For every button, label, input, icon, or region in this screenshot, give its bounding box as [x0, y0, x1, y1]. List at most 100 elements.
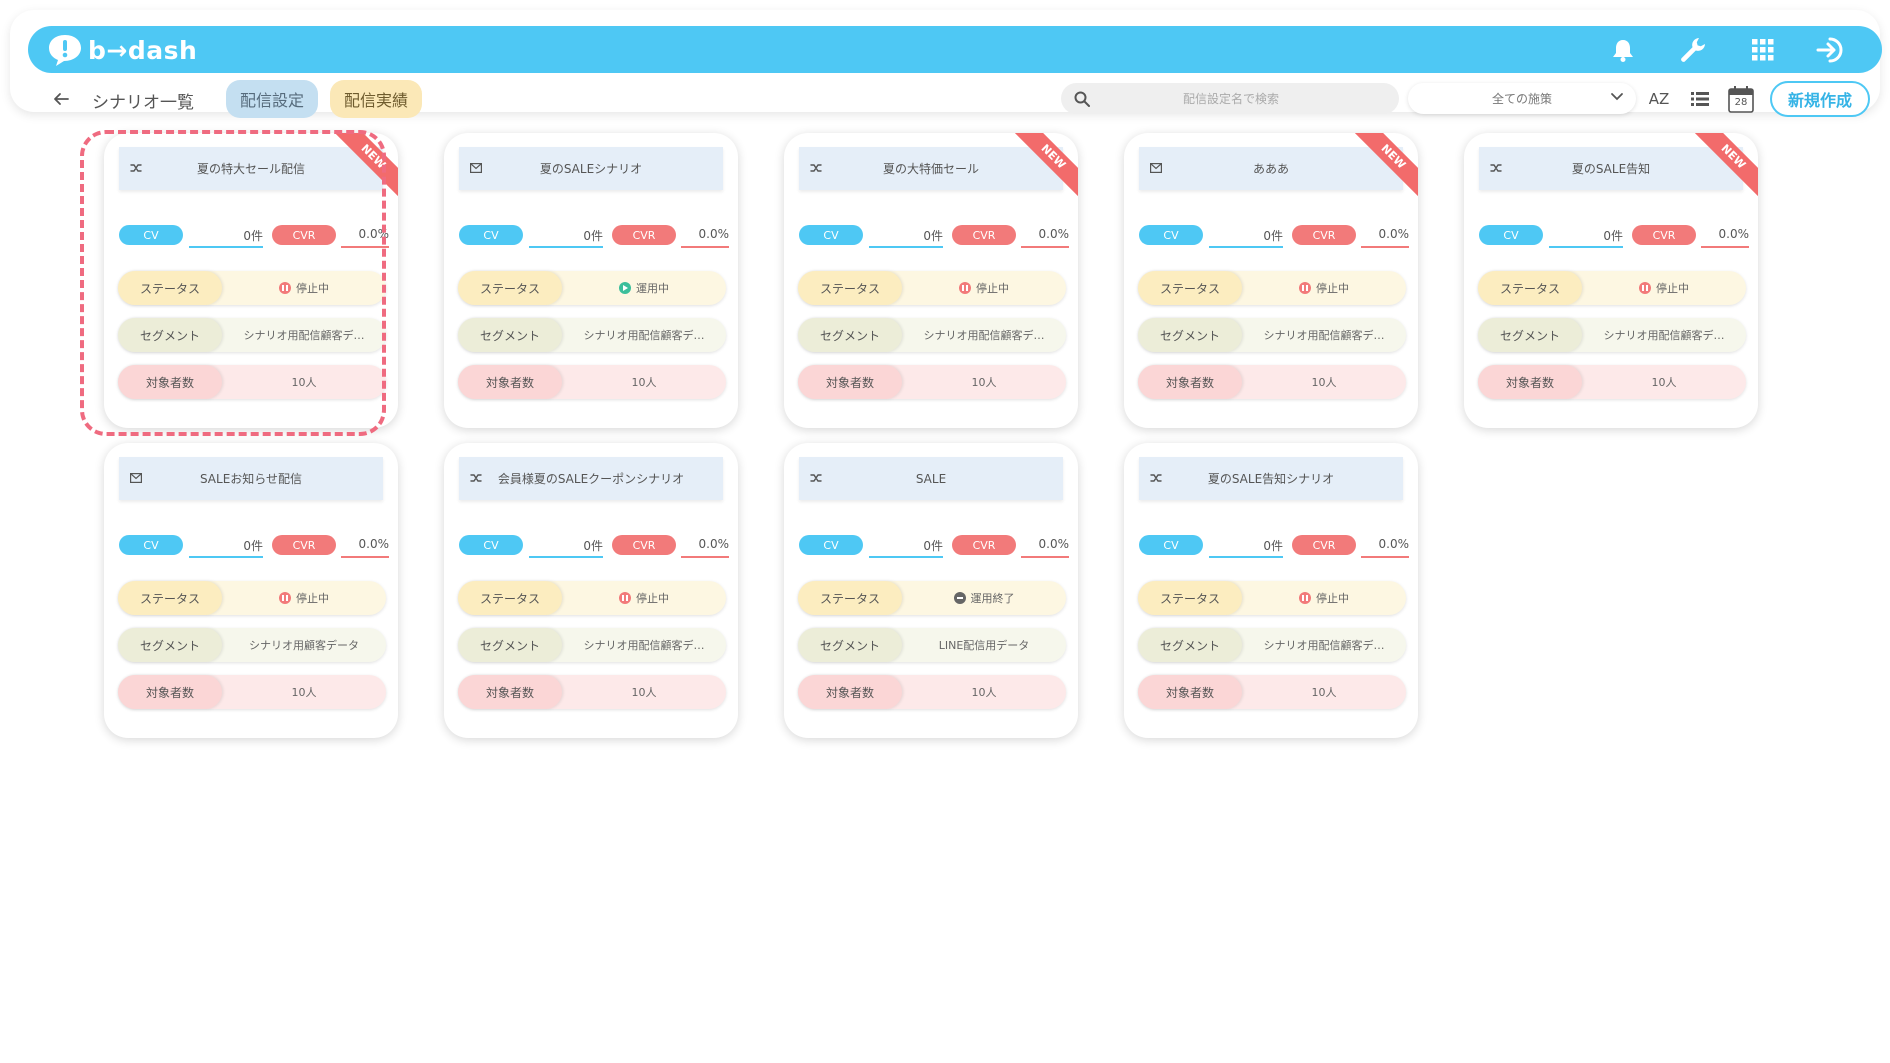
search-box	[1061, 83, 1399, 114]
app-header: b→dash シナリオ一覧 配信設定 配信実績 配信設定名で検索 全ての施策 A…	[10, 10, 1882, 118]
card-header: 会員様夏のSALEクーポンシナリオ	[459, 457, 723, 500]
cvr-value: 0.0%	[358, 227, 390, 241]
cv-pill: CV	[1139, 535, 1203, 555]
segment-value: シナリオ用配信顧客デ…	[1242, 628, 1406, 662]
cv-value: 0件	[1263, 229, 1283, 243]
scenario-card[interactable]: 会員様夏のSALEクーポンシナリオ CV 0件 CVR 0.0% ステータス 停…	[444, 443, 738, 738]
segment-label: セグメント	[1138, 318, 1242, 352]
cv-row: CV 0件 CVR 0.0%	[1139, 535, 1409, 558]
cv-value: 0件	[923, 539, 943, 553]
cvr-pill: CVR	[1632, 225, 1696, 245]
scenario-card[interactable]: SALE CV 0件 CVR 0.0% ステータス 運用終了 セグメント LIN…	[784, 443, 1078, 738]
status-text: 停止中	[636, 592, 669, 605]
campaign-filter-select[interactable]: 全ての施策	[1408, 83, 1636, 114]
cv-row: CV 0件 CVR 0.0%	[799, 225, 1070, 248]
cvr-underline	[681, 556, 729, 558]
status-row: ステータス 停止中	[798, 271, 1066, 305]
cvr-pill: CVR	[272, 225, 336, 245]
cvr-pill: CVR	[1292, 535, 1356, 555]
top-bar: b→dash	[28, 26, 1882, 73]
cv-row: CV 0件 CVR 0.0%	[1479, 225, 1750, 248]
cvr-value: 0.0%	[1718, 227, 1750, 241]
breadcrumb[interactable]: シナリオ一覧	[92, 88, 194, 113]
segment-label: セグメント	[118, 318, 222, 352]
cvr-value: 0.0%	[1038, 227, 1070, 241]
target-label: 対象者数	[1138, 675, 1242, 709]
calendar-icon[interactable]: 28	[1726, 84, 1756, 114]
scenario-card[interactable]: 夏のSALEシナリオ CV 0件 CVR 0.0% ステータス 運用中 セグメン…	[444, 133, 738, 428]
logo-bubble-icon	[49, 35, 81, 66]
list-view-icon[interactable]	[1685, 84, 1715, 114]
target-row: 対象者数 10人	[118, 675, 386, 709]
sort-az-icon[interactable]: AZ	[1644, 84, 1674, 114]
scenario-card[interactable]: 夏の大特価セール NEW CV 0件 CVR 0.0% ステータス 停止中 セグ…	[784, 133, 1078, 428]
cv-value: 0件	[1603, 229, 1623, 243]
status-row: ステータス 運用中	[458, 271, 726, 305]
status-value: 停止中	[1242, 271, 1406, 305]
cv-underline	[189, 556, 263, 558]
status-text: 停止中	[1656, 282, 1689, 295]
ended-status-icon	[953, 592, 966, 604]
scenario-card[interactable]: 夏のSALE告知 NEW CV 0件 CVR 0.0% ステータス 停止中 セグ…	[1464, 133, 1758, 428]
status-text: 停止中	[296, 282, 329, 295]
cvr-pill: CVR	[272, 535, 336, 555]
target-value: 10人	[291, 686, 317, 699]
card-header: 夏のSALE告知シナリオ	[1139, 457, 1403, 500]
scenario-card[interactable]: あああ NEW CV 0件 CVR 0.0% ステータス 停止中 セグメント シ…	[1124, 133, 1418, 428]
tab-delivery-results[interactable]: 配信実績	[330, 80, 423, 118]
shuffle-icon	[1489, 161, 1503, 175]
status-row: ステータス 停止中	[1138, 581, 1406, 615]
mail-icon	[1149, 161, 1163, 175]
grid-icon[interactable]	[1744, 32, 1782, 68]
segment-text: シナリオ用顧客データ	[249, 639, 359, 652]
target-label: 対象者数	[1478, 365, 1582, 399]
status-label: ステータス	[798, 581, 902, 615]
search-icon	[1071, 88, 1093, 110]
chevron-down-icon	[1610, 90, 1624, 107]
status-row: ステータス 停止中	[118, 581, 386, 615]
scenario-card[interactable]: 夏のSALE告知シナリオ CV 0件 CVR 0.0% ステータス 停止中 セグ…	[1124, 443, 1418, 738]
target-value: 10人	[971, 686, 997, 699]
logout-icon[interactable]	[1814, 32, 1852, 68]
scenario-card[interactable]: SALEお知らせ配信 CV 0件 CVR 0.0% ステータス 停止中 セグメン…	[104, 443, 398, 738]
segment-value: シナリオ用配信顧客デ…	[902, 318, 1066, 352]
target-value: 10人	[631, 376, 657, 389]
card-header: あああ	[1139, 147, 1403, 190]
cv-underline	[1549, 246, 1623, 248]
cv-underline	[869, 246, 943, 248]
status-row: ステータス 停止中	[1478, 271, 1746, 305]
shuffle-icon	[469, 471, 483, 485]
sort-az-label: AZ	[1648, 90, 1670, 108]
back-arrow-icon[interactable]	[46, 84, 76, 114]
status-row: ステータス 運用終了	[798, 581, 1066, 615]
cvr-pill: CVR	[612, 535, 676, 555]
bell-icon[interactable]	[1604, 32, 1642, 68]
target-value: 10人	[291, 376, 317, 389]
target-value: 10人	[631, 686, 657, 699]
cvr-underline	[341, 556, 389, 558]
cvr-underline	[1361, 556, 1409, 558]
cv-pill: CV	[119, 225, 183, 245]
pause-status-icon	[279, 282, 291, 294]
cv-value: 0件	[583, 539, 603, 553]
status-value: 停止中	[1242, 581, 1406, 615]
cvr-value: 0.0%	[698, 537, 730, 551]
search-input[interactable]	[1093, 90, 1369, 107]
segment-value: シナリオ用配信顧客デ…	[562, 318, 726, 352]
wrench-icon[interactable]	[1674, 32, 1712, 68]
segment-value: シナリオ用配信顧客デ…	[1582, 318, 1746, 352]
app-logo[interactable]: b→dash	[46, 32, 197, 68]
cv-row: CV 0件 CVR 0.0%	[459, 225, 729, 248]
cv-value: 0件	[243, 539, 263, 553]
cv-pill: CV	[799, 225, 863, 245]
tab-delivery-settings[interactable]: 配信設定	[226, 80, 319, 118]
scenario-card[interactable]: 夏の特大セール配信 NEW CV 0件 CVR 0.0% ステータス 停止中 セ…	[104, 133, 398, 428]
new-create-button[interactable]: 新規作成	[1770, 81, 1870, 117]
status-text: 停止中	[1316, 592, 1349, 605]
status-value: 停止中	[222, 581, 386, 615]
card-header: SALE	[799, 457, 1063, 500]
calendar-day: 28	[1734, 97, 1748, 108]
segment-row: セグメント シナリオ用配信顧客デ…	[118, 318, 386, 352]
cvr-value: 0.0%	[1378, 227, 1410, 241]
segment-value: シナリオ用配信顧客デ…	[222, 318, 386, 352]
